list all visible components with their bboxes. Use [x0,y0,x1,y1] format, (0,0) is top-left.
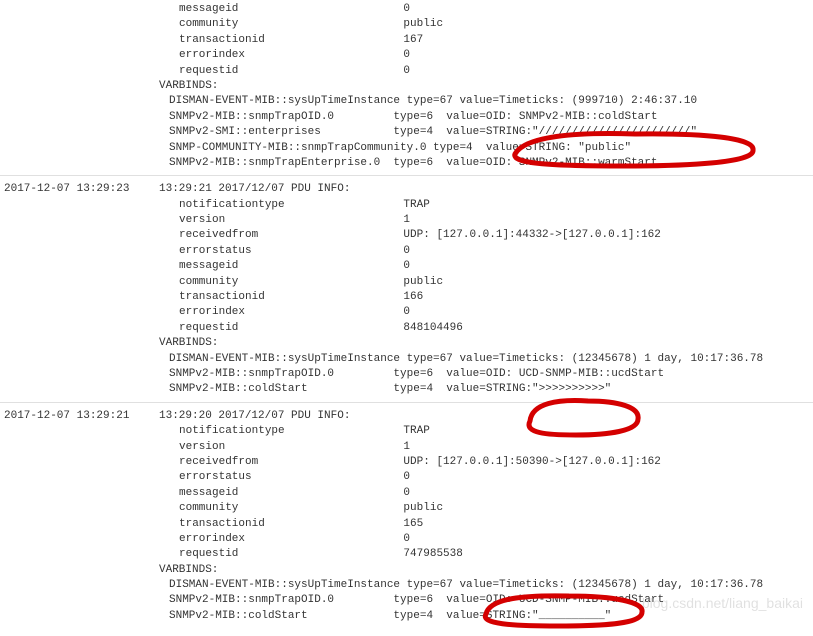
field-row: messageid 0 [159,259,813,274]
field-row: transactionid 167 [159,33,813,48]
varbind-row: SNMPv2-MIB::snmpTrapEnterprise.0 type=6 … [159,156,813,171]
field-row: version 1 [159,213,813,228]
field-row: requestid 0 [159,64,813,79]
varbind-row: SNMPv2-SMI::enterprises type=4 value=STR… [159,125,813,140]
varbind-row: SNMPv2-MIB::snmpTrapOID.0 type=6 value=O… [159,110,813,125]
log-body: 13:29:20 2017/12/07 PDU INFO:notificatio… [159,409,813,624]
varbinds-header: VARBINDS: [159,336,813,351]
field-row: receivedfrom UDP: [127.0.0.1]:50390->[12… [159,455,813,470]
varbinds-header: VARBINDS: [159,563,813,578]
varbind-row: SNMPv2-MIB::snmpTrapOID.0 type=6 value=O… [159,593,813,608]
varbind-row: SNMP-COMMUNITY-MIB::snmpTrapCommunity.0 … [159,141,813,156]
timestamp [0,2,159,171]
field-row: requestid 747985538 [159,547,813,562]
log-body: 13:29:21 2017/12/07 PDU INFO:notificatio… [159,182,813,397]
field-row: messageid 0 [159,2,813,17]
pdu-header: 13:29:20 2017/12/07 PDU INFO: [159,409,813,424]
field-row: errorstatus 0 [159,244,813,259]
field-row: community public [159,275,813,290]
varbind-row: DISMAN-EVENT-MIB::sysUpTimeInstance type… [159,578,813,593]
pdu-header: 13:29:21 2017/12/07 PDU INFO: [159,182,813,197]
field-row: errorindex 0 [159,305,813,320]
field-row: transactionid 166 [159,290,813,305]
field-row: requestid 848104496 [159,321,813,336]
timestamp: 2017-12-07 13:29:23 [0,182,159,397]
field-row: errorindex 0 [159,532,813,547]
field-row: notificationtype TRAP [159,198,813,213]
varbind-row: SNMPv2-MIB::coldStart type=4 value=STRIN… [159,382,813,397]
field-row: community public [159,17,813,32]
varbind-row: DISMAN-EVENT-MIB::sysUpTimeInstance type… [159,94,813,109]
field-row: errorstatus 0 [159,470,813,485]
field-row: community public [159,501,813,516]
log-entry: messageid 0community publictransactionid… [0,0,813,173]
field-row: notificationtype TRAP [159,424,813,439]
field-row: version 1 [159,440,813,455]
field-row: receivedfrom UDP: [127.0.0.1]:44332->[12… [159,228,813,243]
timestamp: 2017-12-07 13:29:21 [0,409,159,624]
varbind-row: SNMPv2-MIB::snmpTrapOID.0 type=6 value=O… [159,367,813,382]
varbind-row: DISMAN-EVENT-MIB::sysUpTimeInstance type… [159,352,813,367]
field-row: errorindex 0 [159,48,813,63]
log-entry: 2017-12-07 13:29:2313:29:21 2017/12/07 P… [0,180,813,399]
varbinds-header: VARBINDS: [159,79,813,94]
field-row: messageid 0 [159,486,813,501]
log-entry: 2017-12-07 13:29:2113:29:20 2017/12/07 P… [0,407,813,626]
log-body: messageid 0community publictransactionid… [159,2,813,171]
field-row: transactionid 165 [159,517,813,532]
